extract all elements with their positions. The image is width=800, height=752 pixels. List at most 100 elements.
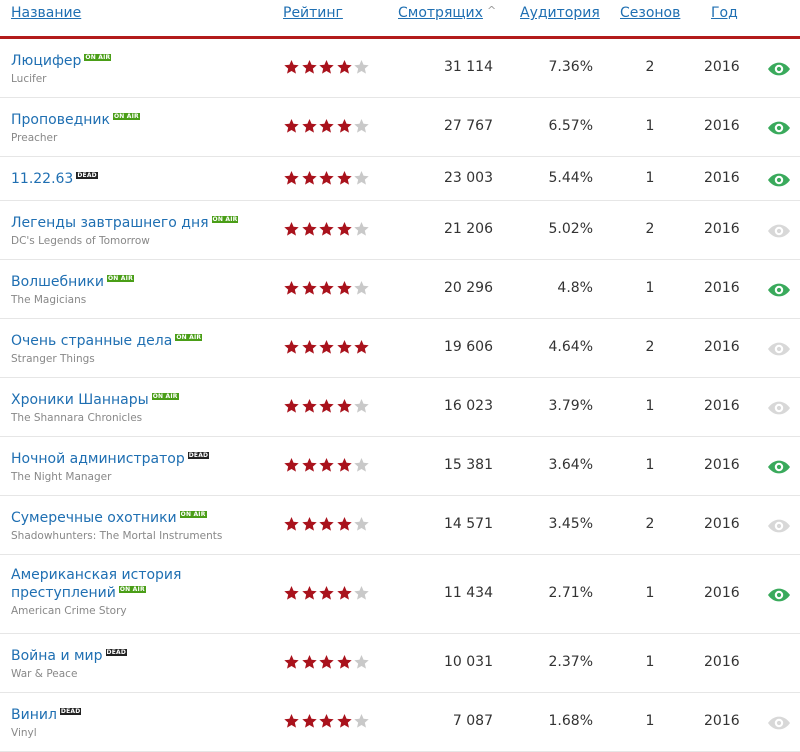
not-watching-eye-icon[interactable] <box>768 400 790 415</box>
watching-eye-icon[interactable] <box>768 61 790 76</box>
viewers-count: 7 087 <box>452 713 493 729</box>
show-title-link[interactable]: Винил DEAD <box>11 706 82 724</box>
release-year: 2016 <box>704 221 740 237</box>
star-filled-icon <box>284 714 299 728</box>
original-title: Vinyl <box>11 727 37 739</box>
viewers-count: 20 296 <box>444 280 493 296</box>
star-filled-icon <box>336 517 352 531</box>
star-filled-icon <box>284 171 299 185</box>
table-row: Очень странные дела ON AIR Stranger Things… <box>0 319 800 378</box>
audience-share: 2.71% <box>548 585 593 601</box>
title-cell: Винил DEAD Vinyl <box>11 706 82 740</box>
release-year: 2016 <box>704 118 740 134</box>
show-title: Очень странные дела <box>11 333 173 349</box>
sort-by-year-link[interactable]: Год <box>711 5 738 21</box>
rating-stars <box>283 118 371 134</box>
table-row: Легенды завтрашнего дня ON AIR DC's Legend… <box>0 201 800 260</box>
show-title-link[interactable]: Американская история преступлений ON AIR <box>11 566 181 602</box>
release-year: 2016 <box>704 457 740 473</box>
show-title-link[interactable]: Легенды завтрашнего дня ON AIR <box>11 214 239 232</box>
show-title-link[interactable]: Сумеречные охотники ON AIR <box>11 509 222 527</box>
not-watching-eye-icon[interactable] <box>768 223 790 238</box>
show-title-link[interactable]: 11.22.63 DEAD <box>11 170 98 188</box>
table-row: Винил DEAD Vinyl 7 087 1.68% 1 2016 <box>0 693 800 752</box>
seasons-count: 1 <box>645 585 655 601</box>
star-filled-icon <box>336 655 352 669</box>
watching-eye-icon[interactable] <box>768 120 790 135</box>
release-year: 2016 <box>704 654 740 670</box>
table-row: Хроники Шаннары ON AIR The Shannara Chroni… <box>0 378 800 437</box>
star-filled-icon <box>284 586 299 600</box>
watching-eye-icon[interactable] <box>768 587 790 602</box>
star-filled-icon <box>336 222 352 236</box>
audience-share: 4.8% <box>557 280 593 296</box>
watching-eye-icon[interactable] <box>768 172 790 187</box>
star-filled-icon <box>301 340 317 354</box>
sort-by-seasons-link[interactable]: Сезонов <box>620 5 680 21</box>
show-title-link[interactable]: Война и мир DEAD <box>11 647 128 665</box>
not-watching-eye-icon[interactable] <box>768 518 790 533</box>
show-title: Волшебники <box>11 274 104 290</box>
table-row: Американская история преступлений ON AIR Am… <box>0 555 800 634</box>
title-cell: Волшебники ON AIR The Magicians <box>11 273 134 307</box>
title-cell: Проповедник ON AIR Preacher <box>11 111 140 145</box>
status-badge: DEAD <box>59 708 82 715</box>
show-title-link[interactable]: Хроники Шаннары ON AIR <box>11 391 179 409</box>
star-filled-icon <box>301 517 317 531</box>
original-title: War & Peace <box>11 668 78 680</box>
audience-share: 1.68% <box>548 713 593 729</box>
status-badge: DEAD <box>105 649 128 656</box>
status-badge: ON AIR <box>175 334 203 341</box>
original-title: The Night Manager <box>11 471 112 483</box>
star-filled-icon <box>301 281 317 295</box>
show-title-link[interactable]: Проповедник ON AIR <box>11 111 140 129</box>
status-badge: ON AIR <box>151 393 179 400</box>
rating-stars <box>283 59 371 75</box>
star-filled-icon <box>284 655 299 669</box>
star-filled-icon <box>354 340 369 354</box>
not-watching-eye-icon[interactable] <box>768 715 790 730</box>
sort-by-audience-link[interactable]: Аудитория <box>520 5 600 21</box>
star-filled-icon <box>319 119 334 133</box>
show-title: Люцифер <box>11 53 82 69</box>
status-badge: ON AIR <box>211 216 239 223</box>
not-watching-eye-icon[interactable] <box>768 341 790 356</box>
show-title-link[interactable]: Очень странные дела ON AIR <box>11 332 203 350</box>
sort-ascending-icon: ^ <box>486 4 497 17</box>
sort-by-rating-link[interactable]: Рейтинг <box>283 5 343 21</box>
star-filled-icon <box>284 60 299 74</box>
table-row: Волшебники ON AIR The Magicians 20 296 4.8% 1… <box>0 260 800 319</box>
star-filled-icon <box>336 714 352 728</box>
table-row: Сумеречные охотники ON AIR Shadowhunters: … <box>0 496 800 555</box>
viewers-count: 16 023 <box>444 398 493 414</box>
title-cell: Война и мир DEAD War & Peace <box>11 647 128 681</box>
star-filled-icon <box>336 586 352 600</box>
sort-by-viewers-link[interactable]: Смотрящих ^ <box>398 4 497 21</box>
seasons-count: 2 <box>645 221 655 237</box>
show-title-link[interactable]: Люцифер ON AIR <box>11 52 112 70</box>
star-empty-icon <box>354 458 369 472</box>
viewers-count: 15 381 <box>444 457 493 473</box>
star-filled-icon <box>301 586 317 600</box>
series-rating-table: Название Рейтинг Смотрящих ^ Аудитория Се… <box>0 0 800 752</box>
show-title-link[interactable]: Ночной администратор DEAD <box>11 450 210 468</box>
show-title-link[interactable]: Волшебники ON AIR <box>11 273 134 291</box>
watching-eye-icon[interactable] <box>768 459 790 474</box>
original-title: Preacher <box>11 132 58 144</box>
audience-share: 5.02% <box>548 221 593 237</box>
audience-share: 6.57% <box>548 118 593 134</box>
sort-by-title-link[interactable]: Название <box>11 5 81 21</box>
status-badge: ON AIR <box>118 586 146 593</box>
viewers-count: 31 114 <box>444 59 493 75</box>
table-row: Война и мир DEAD War & Peace 10 031 2.37% 1 20… <box>0 634 800 693</box>
rating-stars <box>283 457 371 473</box>
star-filled-icon <box>319 171 334 185</box>
star-empty-icon <box>354 60 369 74</box>
release-year: 2016 <box>704 339 740 355</box>
show-title: Легенды завтрашнего дня <box>11 215 209 231</box>
watching-eye-icon[interactable] <box>768 282 790 297</box>
seasons-count: 1 <box>645 170 655 186</box>
original-title: American Crime Story <box>11 605 127 617</box>
star-filled-icon <box>301 655 317 669</box>
audience-share: 3.45% <box>548 516 593 532</box>
